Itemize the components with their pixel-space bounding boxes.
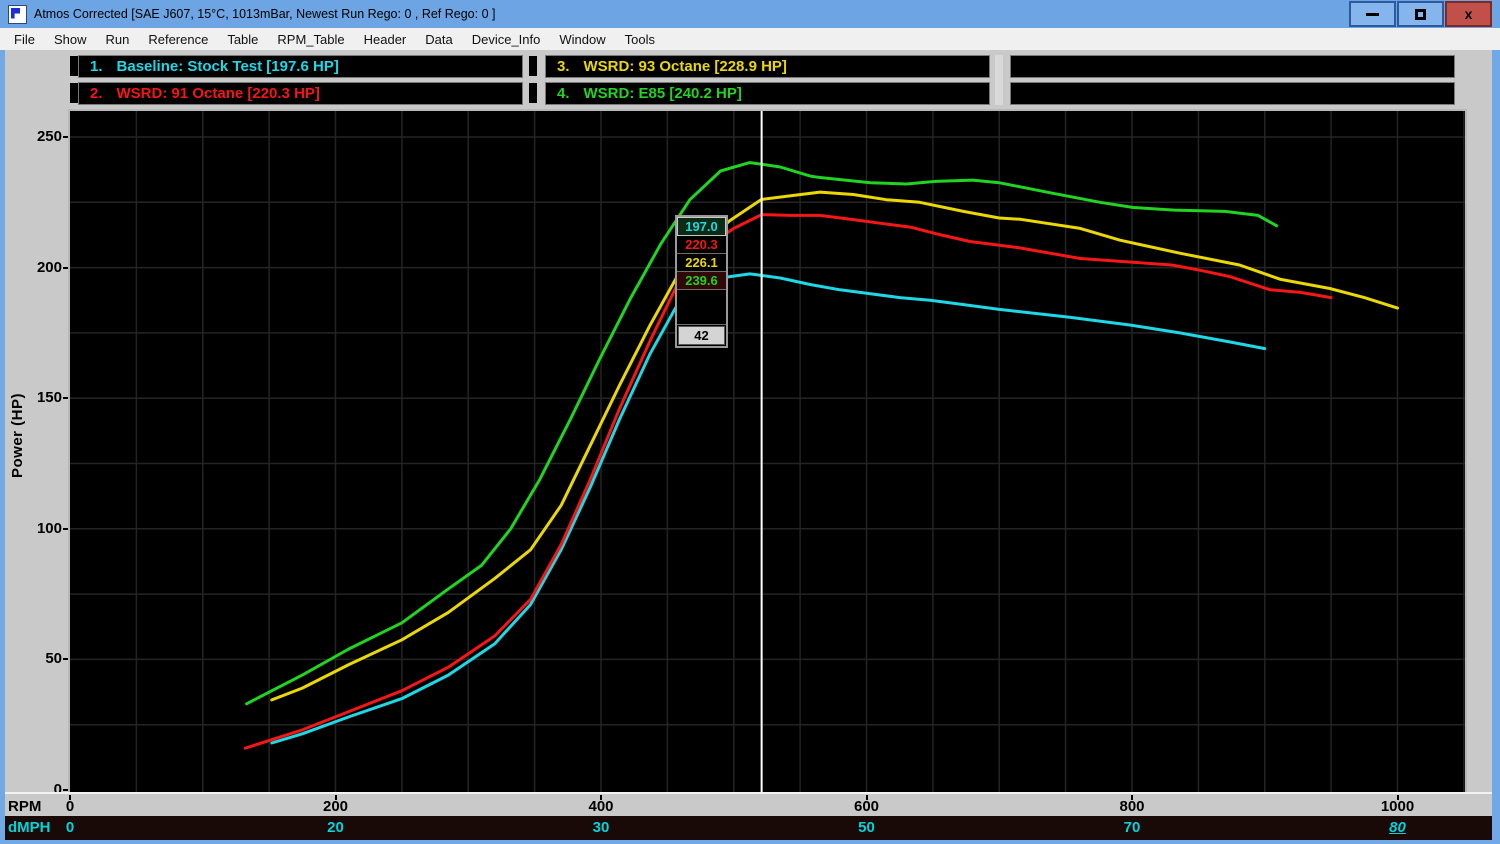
legend-grip[interactable] [529, 56, 537, 76]
legend-run-2[interactable]: 2. WSRD: 91 Octane [220.3 HP] [78, 82, 523, 105]
menu-item-file[interactable]: File [14, 32, 35, 47]
menu-item-tools[interactable]: Tools [625, 32, 655, 47]
legend-run-2-number: 2. [90, 85, 103, 102]
dmph-tick-20: 20 [306, 819, 366, 836]
legend-run-4-number: 4. [557, 85, 570, 102]
rpm-tick-200: 200 [306, 798, 366, 815]
rpm-tick-0: 0 [40, 798, 100, 815]
y-tick-150: 150 [16, 389, 62, 406]
y-tick-200: 200 [16, 259, 62, 276]
y-tick-250: 250 [16, 128, 62, 145]
y-tick-100: 100 [16, 520, 62, 537]
minimize-button[interactable] [1349, 1, 1396, 27]
cursor-value-93octane: 226.1 [677, 254, 726, 272]
menu-item-run[interactable]: Run [105, 32, 129, 47]
rpm-axis-label: RPM [8, 798, 41, 815]
app-icon [8, 5, 27, 24]
rpm-tick-800: 800 [1102, 798, 1162, 815]
legend-run-1-label: Baseline: Stock Test [197.6 HP] [117, 58, 339, 75]
legend-grip[interactable] [995, 55, 1003, 105]
rpm-tick-400: 400 [571, 798, 631, 815]
legend-grip[interactable] [529, 83, 537, 103]
rpm-axis: RPM 0 200 400 600 800 1000 [5, 792, 1492, 816]
maximize-button[interactable] [1397, 1, 1444, 27]
window-border-left [0, 50, 5, 844]
plot-area[interactable] [68, 109, 1467, 794]
legend-run-1[interactable]: 1. Baseline: Stock Test [197.6 HP] [78, 55, 523, 78]
gridlines [70, 111, 1465, 792]
cursor-value-baseline: 197.0 [677, 217, 726, 236]
dyno-chart[interactable] [70, 111, 1465, 792]
minimize-icon [1366, 13, 1379, 16]
legend-slot-empty-1[interactable] [1010, 55, 1455, 78]
menu-bar: File Show Run Reference Table RPM_Table Header… [0, 28, 1500, 50]
cursor-readout-box[interactable]: 197.0 220.3 226.1 239.6 42 [675, 215, 728, 348]
legend-run-3-label: WSRD: 93 Octane [228.9 HP] [584, 58, 787, 75]
legend-slot-empty-2[interactable] [1010, 82, 1455, 105]
dmph-tick-70: 70 [1102, 819, 1162, 836]
app-window: Atmos Corrected [SAE J607, 15°C, 1013mBa… [0, 0, 1500, 844]
legend-grip[interactable] [70, 56, 78, 76]
menu-item-window[interactable]: Window [559, 32, 605, 47]
legend-grip[interactable] [70, 83, 78, 103]
y-tick-50: 50 [16, 650, 62, 667]
dmph-tick-50: 50 [837, 819, 897, 836]
cursor-value-91octane: 220.3 [677, 236, 726, 254]
legend-run-4[interactable]: 4. WSRD: E85 [240.2 HP] [545, 82, 990, 105]
menu-item-show[interactable]: Show [54, 32, 87, 47]
dmph-axis: dMPH 02030507080 [5, 816, 1492, 840]
dmph-tick-0: 0 [40, 819, 100, 836]
legend-run-3[interactable]: 3. WSRD: 93 Octane [228.9 HP] [545, 55, 990, 78]
cursor-value-e85: 239.6 [677, 272, 726, 290]
title-bar[interactable]: Atmos Corrected [SAE J607, 15°C, 1013mBa… [0, 0, 1500, 28]
legend-run-4-label: WSRD: E85 [240.2 HP] [584, 85, 742, 102]
rpm-tick-600: 600 [837, 798, 897, 815]
menu-item-data[interactable]: Data [425, 32, 452, 47]
legend-run-2-label: WSRD: 91 Octane [220.3 HP] [117, 85, 320, 102]
dmph-tick-80[interactable]: 80 [1368, 819, 1428, 836]
rpm-tick-1000: 1000 [1368, 798, 1428, 815]
cursor-dmph-value: 42 [678, 326, 725, 345]
dmph-tick-30: 30 [571, 819, 631, 836]
window-border-bottom [0, 840, 1500, 844]
curve-2 [245, 215, 1331, 749]
legend-run-3-number: 3. [557, 58, 570, 75]
close-icon: x [1465, 7, 1473, 21]
legend-run-1-number: 1. [90, 58, 103, 75]
window-border-right [1492, 50, 1500, 844]
menu-item-reference[interactable]: Reference [148, 32, 208, 47]
curve-1 [272, 274, 1265, 743]
close-button[interactable]: x [1445, 1, 1492, 27]
maximize-icon [1415, 9, 1426, 20]
menu-item-device_info[interactable]: Device_Info [472, 32, 541, 47]
window-title: Atmos Corrected [SAE J607, 15°C, 1013mBa… [34, 7, 495, 21]
menu-item-header[interactable]: Header [364, 32, 407, 47]
cursor-value-empty [677, 290, 726, 325]
menu-item-table[interactable]: Table [227, 32, 258, 47]
menu-item-rpm_table[interactable]: RPM_Table [277, 32, 344, 47]
